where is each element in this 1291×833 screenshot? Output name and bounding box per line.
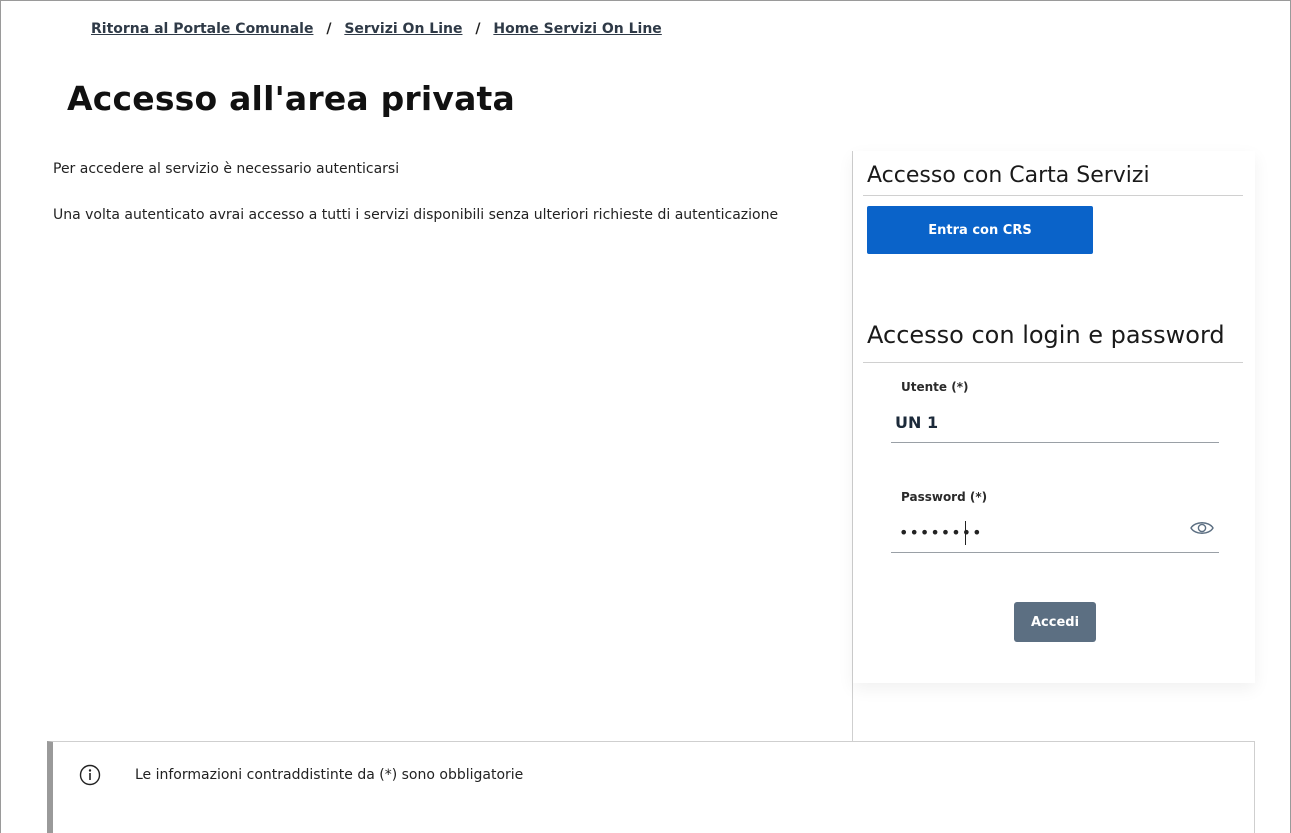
page-title: Accesso all'area privata	[67, 79, 515, 118]
breadcrumb: Ritorna al Portale Comunale / Servizi On…	[91, 21, 662, 37]
text-caret	[965, 521, 966, 545]
required-fields-notice: Le informazioni contraddistinte da (*) s…	[47, 741, 1255, 833]
login-card: Accesso con Carta Servizi Entra con CRS …	[853, 151, 1255, 683]
crs-section-title: Accesso con Carta Servizi	[867, 163, 1150, 188]
intro-panel: Per accedere al servizio è necessario au…	[47, 151, 853, 741]
crs-divider	[863, 195, 1243, 196]
login-panel: Accesso con Carta Servizi Entra con CRS …	[853, 151, 1255, 741]
intro-text-authenticate: Per accedere al servizio è necessario au…	[53, 161, 400, 177]
breadcrumb-separator: /	[475, 21, 481, 37]
breadcrumb-portale-comunale[interactable]: Ritorna al Portale Comunale	[91, 21, 313, 37]
notice-text: Le informazioni contraddistinte da (*) s…	[135, 767, 524, 783]
intro-text-access: Una volta autenticato avrai accesso a tu…	[53, 207, 779, 223]
info-icon	[79, 764, 101, 786]
breadcrumb-separator: /	[326, 21, 332, 37]
user-field-label: Utente (*)	[901, 380, 969, 394]
eye-icon[interactable]	[1189, 519, 1215, 537]
user-input[interactable]	[891, 403, 1219, 443]
breadcrumb-servizi-on-line[interactable]: Servizi On Line	[344, 21, 462, 37]
login-submit-button[interactable]: Accedi	[1014, 602, 1096, 642]
crs-login-button[interactable]: Entra con CRS	[867, 206, 1093, 254]
breadcrumb-home-servizi-on-line[interactable]: Home Servizi On Line	[493, 21, 661, 37]
login-divider	[863, 362, 1243, 363]
login-section-title: Accesso con login e password	[867, 321, 1225, 349]
password-field-label: Password (*)	[901, 490, 988, 504]
password-input[interactable]	[891, 513, 1219, 553]
